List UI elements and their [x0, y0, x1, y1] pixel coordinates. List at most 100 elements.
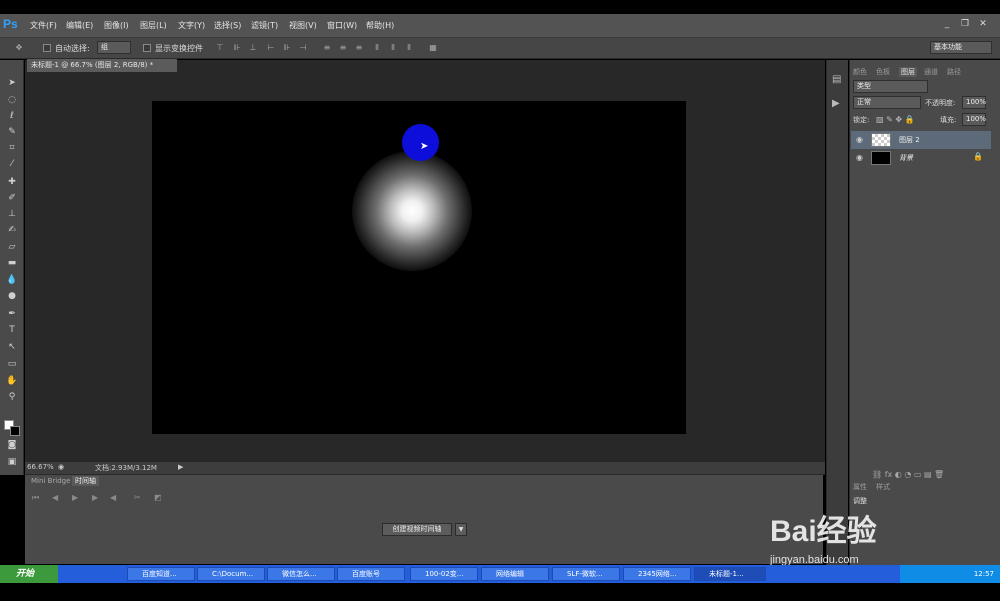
move-tool-icon[interactable]: ✥ [14, 43, 24, 53]
create-video-timeline-button[interactable]: 创建视频时间轴 [382, 523, 452, 536]
clone-stamp-tool-icon[interactable]: ⊥ [4, 207, 20, 221]
history-brush-tool-icon[interactable]: ✍ [4, 223, 20, 237]
menu-type[interactable]: 文字(Y) [178, 20, 205, 31]
screen-mode-icon[interactable]: ▣ [4, 455, 20, 469]
taskbar-item[interactable]: 网络编辑 [481, 567, 549, 581]
auto-select-dropdown[interactable]: 组 [97, 41, 131, 54]
eraser-tool-icon[interactable]: ▱ [4, 240, 20, 254]
align-hcenter-icon[interactable]: ⊪ [282, 43, 292, 53]
align-bottom-icon[interactable]: ⊥ [248, 43, 258, 53]
restore-icon[interactable]: ❐ [958, 18, 972, 30]
tab-paths[interactable]: 路径 [947, 67, 961, 77]
menu-layer[interactable]: 图层(L) [140, 20, 167, 31]
zoom-tool-icon[interactable]: ⚲ [4, 390, 20, 404]
taskbar-item[interactable]: 100-02变... [410, 567, 478, 581]
pen-tool-icon[interactable]: ✒ [4, 307, 20, 321]
menu-filter[interactable]: 滤镜(T) [251, 20, 278, 31]
type-tool-icon[interactable]: T [4, 323, 20, 337]
tab-properties[interactable]: 属性 [853, 482, 867, 492]
layer-row-background[interactable]: ◉ 背景 🔒 [851, 149, 991, 167]
next-frame-icon[interactable]: ▶ [92, 493, 98, 502]
brush-tool-icon[interactable]: ✐ [4, 191, 20, 205]
distribute-left-icon[interactable]: ⦀ [372, 43, 382, 53]
layer-name: 背景 [899, 154, 913, 162]
gradient-tool-icon[interactable]: ▬ [4, 256, 20, 270]
taskbar-item[interactable]: 2345网络... [623, 567, 691, 581]
menu-edit[interactable]: 编辑(E) [66, 20, 93, 31]
auto-select-checkbox[interactable] [43, 44, 51, 52]
taskbar-item-active[interactable]: 未标题-1... [694, 567, 766, 581]
split-icon[interactable]: ✂ [134, 493, 141, 502]
taskbar-item[interactable]: 百度知道... [127, 567, 195, 581]
audio-icon[interactable]: ◀ [110, 493, 116, 502]
tab-mini-bridge[interactable]: Mini Bridge [28, 476, 73, 486]
distribute-top-icon[interactable]: ≡ [322, 43, 332, 53]
menu-view[interactable]: 视图(V) [289, 20, 317, 31]
play-icon[interactable]: ▶ [72, 493, 78, 502]
actions-icon[interactable]: ▶ [832, 98, 840, 109]
distribute-right-icon[interactable]: ⦀ [404, 43, 414, 53]
tab-channels[interactable]: 通道 [924, 67, 938, 77]
taskbar-item[interactable]: 百度账号 [337, 567, 405, 581]
move-tool-icon[interactable]: ➤ [4, 76, 20, 90]
tab-color[interactable]: 颜色 [853, 67, 867, 77]
lasso-tool-icon[interactable]: ℓ [4, 109, 20, 123]
auto-align-icon[interactable]: ▦ [428, 43, 438, 53]
workspace-switcher[interactable]: 基本功能 [930, 41, 992, 54]
document-tab[interactable]: 未标题-1 @ 66.7% (图层 2, RGB/8) * [27, 59, 177, 72]
menu-file[interactable]: 文件(F) [30, 20, 57, 31]
status-menu-arrow-icon[interactable]: ▶ [178, 463, 183, 471]
menu-image[interactable]: 图像(I) [104, 20, 129, 31]
distribute-vcenter-icon[interactable]: ≡ [338, 43, 348, 53]
align-top-icon[interactable]: ⊤ [215, 43, 225, 53]
first-frame-icon[interactable]: ⏮ [32, 493, 39, 503]
eye-icon[interactable]: ◉ [856, 135, 863, 144]
show-transform-checkbox[interactable] [143, 44, 151, 52]
dodge-tool-icon[interactable]: ● [4, 289, 20, 303]
layer-row-layer2[interactable]: ◉ 图层 2 [851, 131, 991, 149]
path-select-tool-icon[interactable]: ↖ [4, 340, 20, 354]
menu-help[interactable]: 帮助(H) [366, 20, 394, 31]
tab-swatches[interactable]: 色板 [876, 67, 890, 77]
taskbar-item[interactable]: 微信怎么... [267, 567, 335, 581]
taskbar-item[interactable]: C:\Docum... [197, 567, 265, 581]
lock-icons[interactable]: ▧ ✎ ✥ 🔒 [876, 115, 915, 124]
menu-window[interactable]: 窗口(W) [327, 20, 357, 31]
start-button[interactable]: 开始 [0, 565, 58, 583]
minimize-icon[interactable]: _ [940, 18, 954, 30]
hand-tool-icon[interactable]: ✋ [4, 374, 20, 388]
history-icon[interactable]: ▤ [832, 74, 841, 85]
shape-tool-icon[interactable]: ▭ [4, 357, 20, 371]
opacity-input[interactable]: 100% [962, 96, 986, 109]
quick-mask-icon[interactable]: ◙ [4, 438, 20, 452]
menu-select[interactable]: 选择(S) [214, 20, 241, 31]
layer-actions-icons[interactable]: ⛓ fx ◐ ◔ ▭ ▤ 🗑 [872, 470, 944, 479]
transition-icon[interactable]: ◩ [154, 493, 162, 502]
blur-tool-icon[interactable]: 💧 [4, 273, 20, 287]
fill-input[interactable]: 100% [962, 113, 986, 126]
layer-kind-filter[interactable]: 类型 [853, 80, 928, 93]
blend-mode-select[interactable]: 正常 [853, 96, 921, 109]
chevron-down-icon[interactable]: ▼ [455, 523, 467, 536]
eyedropper-tool-icon[interactable]: ⁄ [4, 157, 20, 171]
crop-tool-icon[interactable]: ⌗ [4, 141, 20, 155]
align-right-icon[interactable]: ⊣ [298, 43, 308, 53]
tab-styles[interactable]: 样式 [876, 482, 890, 492]
zoom-level[interactable]: 66.67% [27, 463, 54, 471]
healing-brush-tool-icon[interactable]: ✚ [4, 175, 20, 189]
taskbar-item[interactable]: SLF-微软... [552, 567, 620, 581]
align-left-icon[interactable]: ⊢ [266, 43, 276, 53]
distribute-bottom-icon[interactable]: ≡ [354, 43, 364, 53]
close-icon[interactable]: ✕ [976, 18, 990, 30]
status-info-icon[interactable]: ◉ [58, 463, 64, 471]
eye-icon[interactable]: ◉ [856, 153, 863, 162]
tab-timeline[interactable]: 时间轴 [72, 476, 99, 486]
distribute-hcenter-icon[interactable]: ⦀ [388, 43, 398, 53]
marquee-tool-icon[interactable]: ◌ [4, 93, 20, 107]
align-vcenter-icon[interactable]: ⊪ [232, 43, 242, 53]
tab-layers[interactable]: 图层 [899, 67, 917, 77]
quick-select-tool-icon[interactable]: ✎ [4, 125, 20, 139]
background-color-swatch[interactable] [10, 426, 20, 436]
clock[interactable]: 12:57 [974, 570, 994, 578]
prev-frame-icon[interactable]: ◀ [52, 493, 58, 502]
